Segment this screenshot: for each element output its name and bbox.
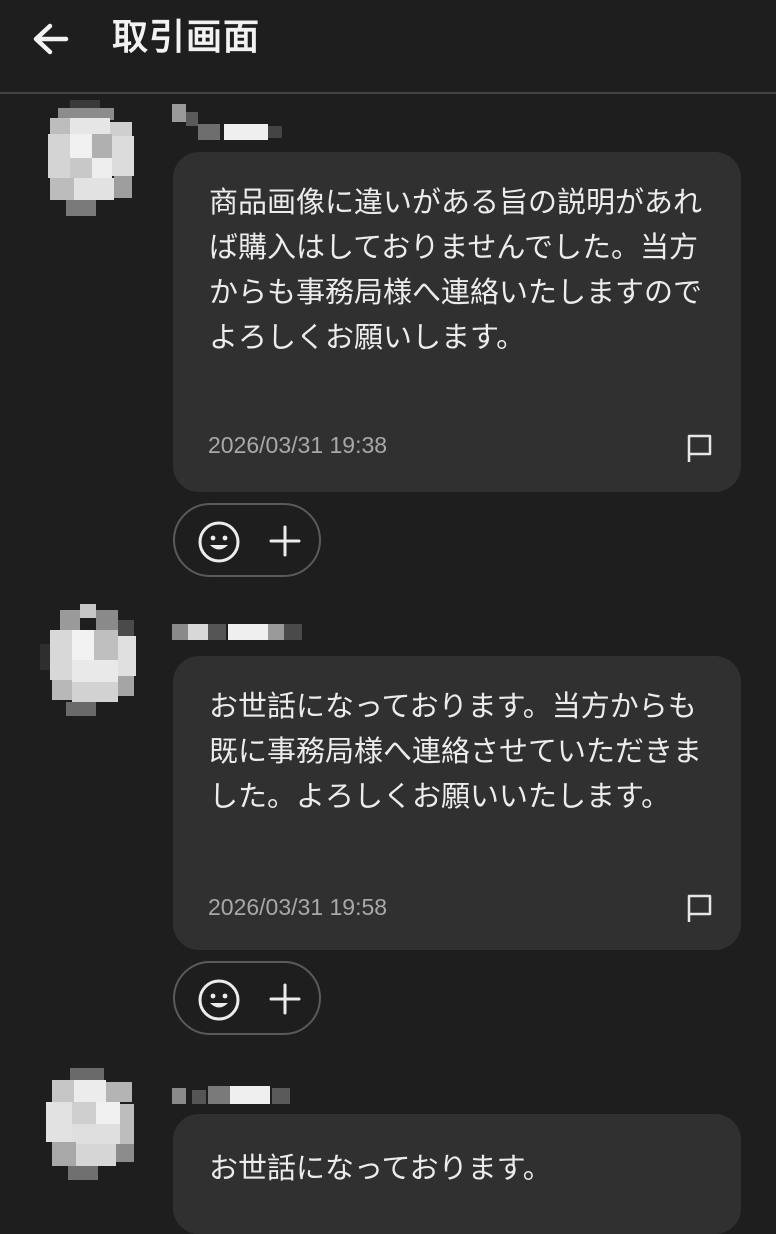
message-text: 商品画像に違いがある旨の説明があれば購入はしておりませんでした。当方からも事務局… bbox=[209, 185, 703, 354]
report-button[interactable] bbox=[683, 432, 715, 464]
avatar bbox=[30, 600, 140, 722]
message-timestamp: 2026/03/31 19:38 bbox=[208, 432, 388, 458]
username bbox=[172, 1082, 312, 1106]
message-bubble: 商品画像に違いがある旨の説明があれば購入はしておりませんでした。当方からも事務局… bbox=[173, 152, 741, 492]
username bbox=[172, 104, 312, 140]
message-timestamp: 2026/03/31 19:58 bbox=[208, 894, 388, 920]
top-app-bar: 取引画面 bbox=[0, 0, 776, 94]
back-button[interactable] bbox=[26, 14, 80, 64]
arrow-left-icon bbox=[33, 23, 69, 55]
more-reactions-button[interactable] bbox=[267, 981, 303, 1017]
smiley-icon bbox=[198, 521, 240, 563]
add-reaction-button[interactable] bbox=[197, 978, 241, 1022]
message-bubble: お世話になっております。 bbox=[173, 1114, 741, 1234]
avatar bbox=[30, 1064, 140, 1186]
message-text: お世話になっております。当方からも既に事務局様へ連絡させていただきました。よろし… bbox=[209, 689, 703, 813]
report-button[interactable] bbox=[683, 892, 715, 924]
avatar bbox=[30, 100, 140, 222]
flag-icon bbox=[687, 894, 712, 922]
plus-icon bbox=[269, 983, 301, 1015]
add-reaction-button[interactable] bbox=[197, 520, 241, 564]
message-bubble: お世話になっております。当方からも既に事務局様へ連絡させていただきました。よろし… bbox=[173, 656, 741, 950]
more-reactions-button[interactable] bbox=[267, 523, 303, 559]
flag-icon bbox=[687, 434, 712, 462]
reaction-bar bbox=[173, 503, 321, 577]
page-title: 取引画面 bbox=[112, 17, 261, 58]
smiley-icon bbox=[198, 979, 240, 1021]
message-text: お世話になっております。 bbox=[209, 1151, 552, 1185]
username bbox=[172, 616, 312, 640]
reaction-bar bbox=[173, 961, 321, 1035]
plus-icon bbox=[269, 525, 301, 557]
